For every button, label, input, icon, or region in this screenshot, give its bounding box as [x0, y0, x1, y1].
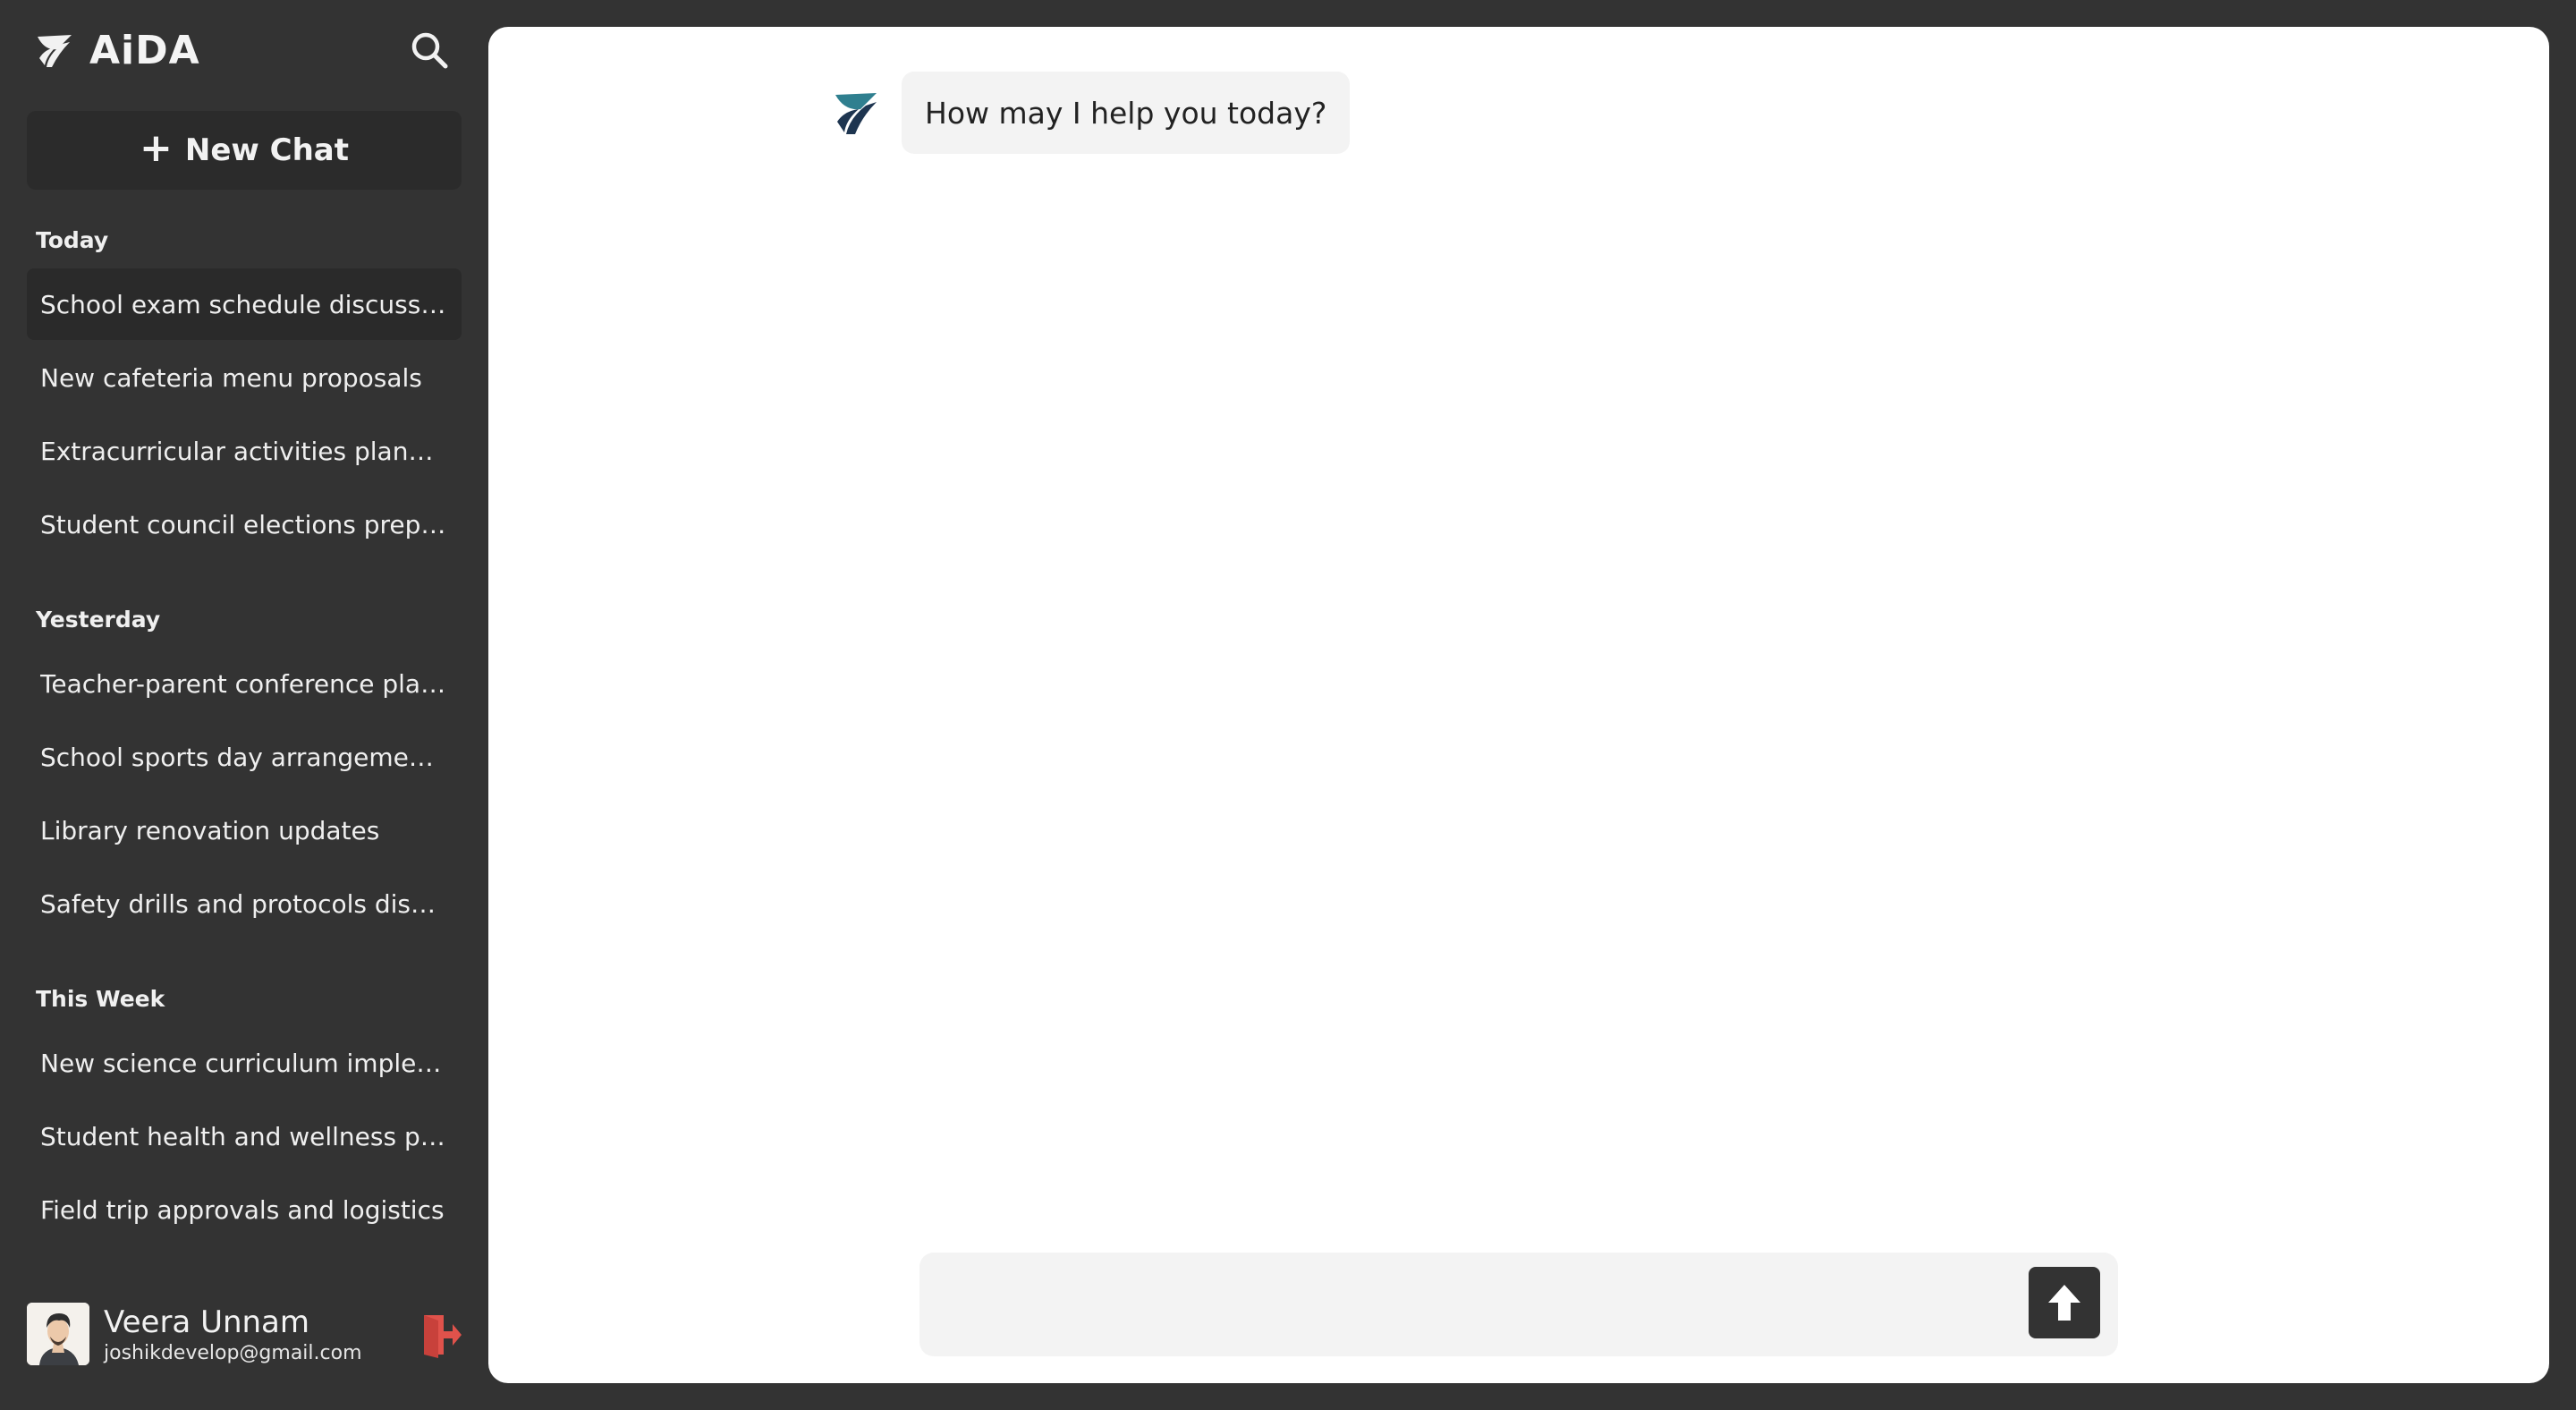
sidebar: AiDA + New Chat Today School exam schedu… [0, 0, 488, 1410]
new-chat-label: New Chat [184, 132, 349, 168]
assistant-message: How may I help you today? [902, 72, 1351, 154]
chat-item-label: School sports day arrangements [40, 742, 447, 772]
brand: AiDA [36, 25, 200, 75]
chat-item-label: Teacher-parent conference plan… [40, 668, 447, 699]
message-composer [919, 1253, 2118, 1356]
chat-item[interactable]: School sports day arrangements [27, 721, 462, 793]
chat-item[interactable]: Library renovation updates [27, 794, 462, 866]
user-email: joshikdevelop@gmail.com [104, 1342, 362, 1364]
chat-item-label: Safety drills and protocols discu… [40, 888, 447, 919]
logout-button[interactable] [420, 1312, 463, 1358]
chat-item[interactable]: Safety drills and protocols discu… [27, 868, 462, 939]
assistant-avatar [834, 89, 880, 136]
message-input[interactable] [945, 1278, 2000, 1331]
arrow-up-icon [2048, 1285, 2080, 1321]
aida-logo-icon [835, 93, 877, 134]
aida-logo-icon [38, 35, 72, 67]
user-portrait-icon [27, 1303, 89, 1365]
chat-item-label: New science curriculum implem… [40, 1048, 447, 1078]
chat-item[interactable]: Teacher-parent conference plan… [27, 648, 462, 719]
app-name: AiDA [89, 27, 200, 73]
chat-item[interactable]: New cafeteria menu proposals [27, 342, 462, 413]
plus-icon: + [140, 125, 173, 171]
chat-item-label: Student council elections prepa… [40, 509, 447, 539]
chat-item[interactable]: Field trip approvals and logistics [27, 1174, 462, 1245]
chat-panel: How may I help you today? [488, 27, 2549, 1383]
logout-icon [424, 1315, 462, 1358]
chat-item-label: Field trip approvals and logistics [40, 1194, 445, 1225]
group-title-this-week: This Week [36, 986, 165, 1012]
chat-item-label: School exam schedule discussio… [40, 289, 447, 319]
search-button[interactable] [408, 29, 451, 72]
chat-item[interactable]: Extracurricular activities planning [27, 415, 462, 487]
group-title-today: Today [36, 227, 109, 253]
send-button[interactable] [2029, 1267, 2100, 1338]
chat-item-label: Library renovation updates [40, 815, 380, 845]
chat-item[interactable]: School exam schedule discussio… [27, 268, 462, 340]
chat-item[interactable]: New science curriculum implem… [27, 1027, 462, 1099]
user-name: Veera Unnam [104, 1304, 310, 1340]
chat-item-label: Student health and wellness pro… [40, 1121, 447, 1151]
chat-item-label: Extracurricular activities planning [40, 436, 447, 466]
chat-item[interactable]: Student council elections prepa… [27, 488, 462, 560]
chat-item[interactable]: Student health and wellness pro… [27, 1100, 462, 1172]
group-title-yesterday: Yesterday [36, 607, 161, 633]
chat-item-label: New cafeteria menu proposals [40, 362, 422, 393]
new-chat-button[interactable]: + New Chat [27, 111, 462, 190]
app-root: AiDA + New Chat Today School exam schedu… [0, 0, 2576, 1410]
user-profile: Veera Unnam joshikdevelop@gmail.com [27, 1303, 462, 1367]
avatar[interactable] [27, 1303, 89, 1365]
search-icon [411, 32, 448, 69]
